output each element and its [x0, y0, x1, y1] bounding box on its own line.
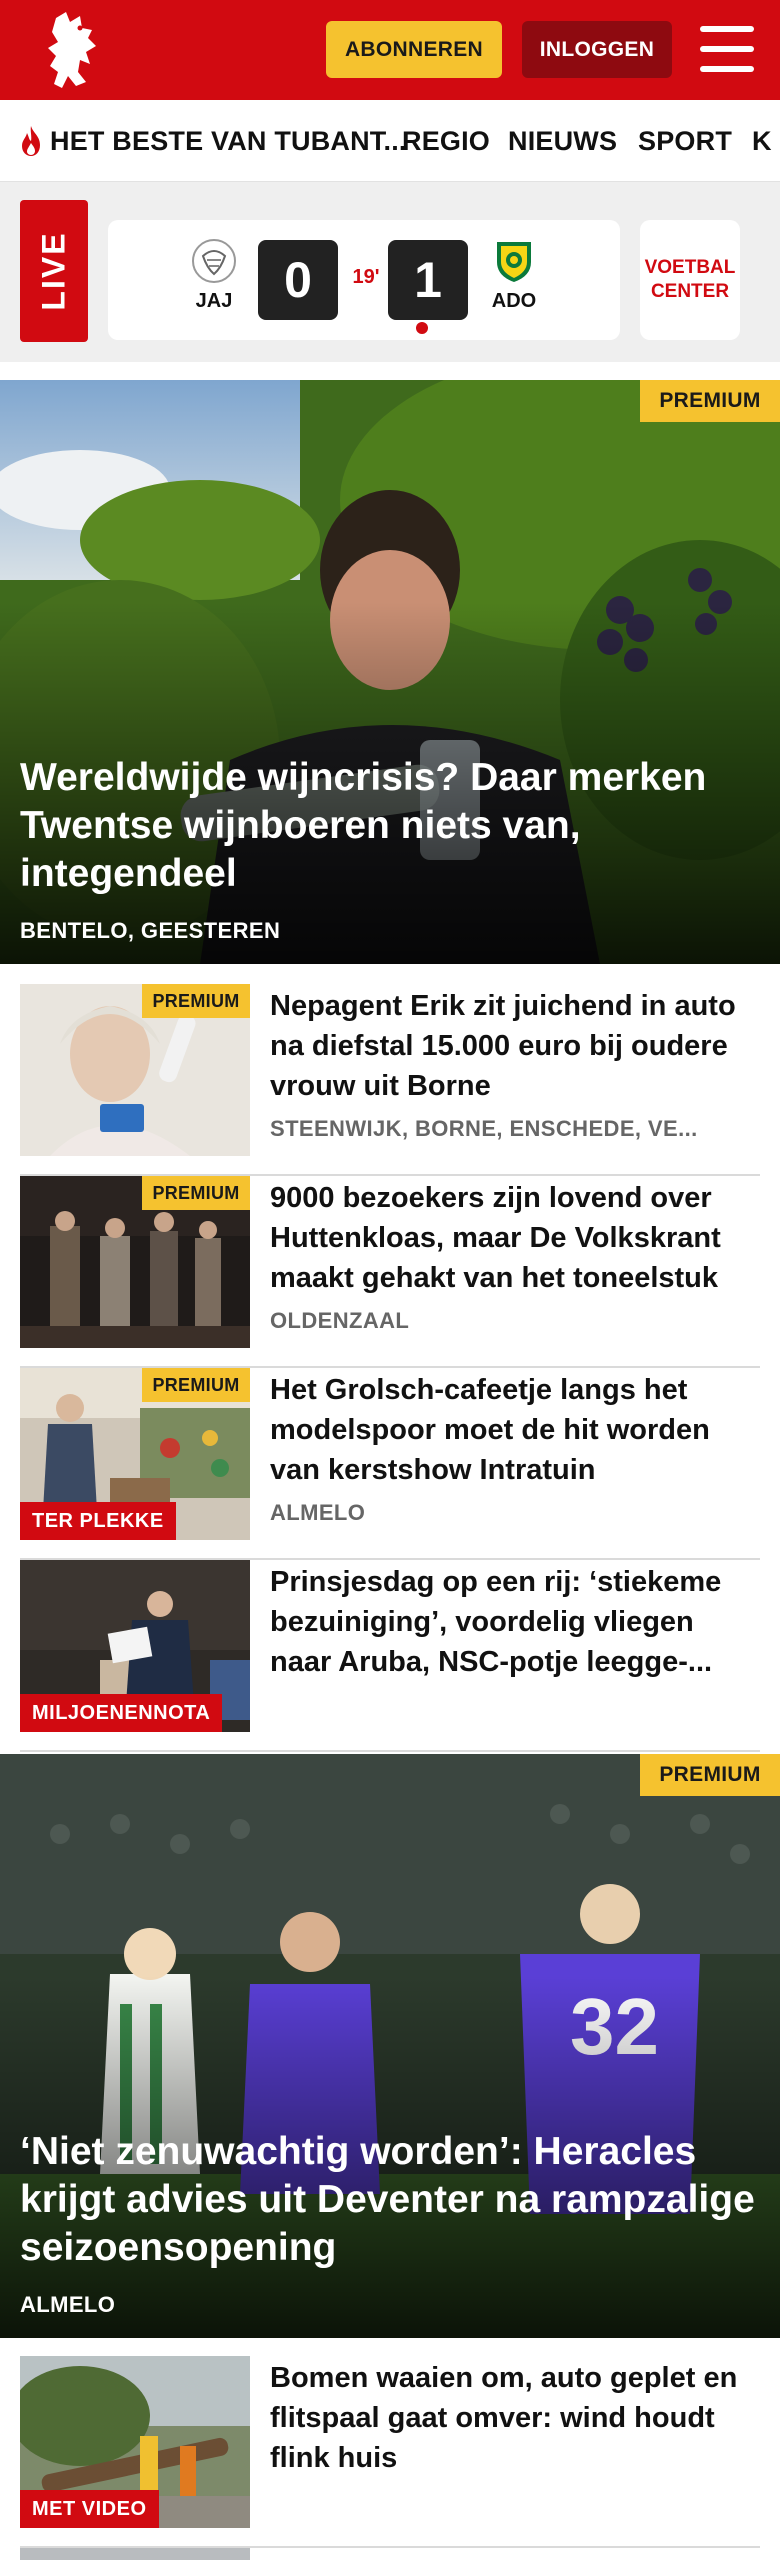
premium-badge: PREMIUM	[142, 1368, 250, 1402]
nav-item-best-of[interactable]: HET BESTE VAN TUBANT...	[18, 100, 407, 181]
away-team: ADO	[474, 238, 554, 313]
article-thumbnail: MET VIDEO	[20, 2356, 250, 2528]
nav-item-nieuws[interactable]: NIEUWS	[508, 100, 617, 181]
hero-title[interactable]: ‘Niet zenuwachtig worden’: Heracles krij…	[20, 2128, 760, 2272]
article-location: OLDENZAAL	[270, 1308, 410, 1333]
article-thumbnail: PREMIUM	[20, 984, 250, 1156]
article-title[interactable]: 9000 bezoekers zijn lovend over Huttenkl…	[270, 1178, 760, 1298]
list-item[interactable]: PREMIUM TER PLEKKE Het Grolsch-cafeetje …	[20, 1368, 760, 1560]
live-match-strip: LIVE JAJ 0 19' 1 ADO VOETBAL CENTER	[0, 182, 780, 362]
article-thumbnail: PREMIUM	[20, 1176, 250, 1348]
voetbal-center-link[interactable]: VOETBAL CENTER	[640, 220, 740, 340]
subscribe-button[interactable]: ABONNEREN	[326, 21, 502, 78]
article-title[interactable]: Nepagent Erik zit juichend in auto na di…	[270, 986, 760, 1106]
section-nav: HET BESTE VAN TUBANT... REGIO NIEUWS SPO…	[0, 100, 780, 182]
top-header: ABONNEREN INLOGGEN	[0, 0, 780, 100]
live-indicator-dot	[416, 322, 428, 334]
article-title[interactable]: Prinsjesdag op een rij: ‘stiekeme bezuin…	[270, 1562, 760, 1682]
premium-badge: PREMIUM	[142, 984, 250, 1018]
article-thumbnail: PREMIUM TER PLEKKE	[20, 1368, 250, 1540]
list-item[interactable]: MILJOENENNOTA Prinsjesdag op een rij: ‘s…	[20, 1560, 760, 1752]
match-minute: 19'	[352, 266, 380, 288]
article-location: STEENWIJK, BORNE, ENSCHEDE, VE...	[270, 1116, 698, 1141]
premium-badge: PREMIUM	[640, 380, 780, 422]
away-team-abbr: ADO	[491, 290, 537, 312]
live-score-card[interactable]: JAJ 0 19' 1 ADO	[108, 220, 620, 340]
article-location: ALMELO	[270, 1500, 366, 1525]
list-item[interactable]: PREMIUM Nepagent Erik zit juichend in au…	[20, 984, 760, 1176]
nav-item-sport[interactable]: SPORT	[638, 100, 732, 181]
nav-item-more[interactable]: K	[752, 100, 772, 181]
home-team: JAJ	[174, 238, 254, 313]
hero-location: BENTELO, GEESTEREN	[20, 918, 281, 943]
flame-icon	[22, 126, 40, 156]
ado-crest-icon	[497, 242, 531, 282]
article-tag: TER PLEKKE	[20, 1502, 176, 1540]
live-badge: LIVE	[20, 200, 88, 342]
hamburger-menu-icon[interactable]	[700, 26, 754, 72]
article-tag: MET VIDEO	[20, 2490, 159, 2528]
hero-title[interactable]: Wereldwijde wijncrisis? Daar merken Twen…	[20, 754, 760, 898]
login-button[interactable]: INLOGGEN	[522, 21, 672, 78]
article-thumbnail: MILJOENENNOTA	[20, 1560, 250, 1732]
nav-item-label: HET BESTE VAN TUBANT...	[50, 125, 407, 156]
hero-article[interactable]: 32 PREMIUM ‘Niet zenuwachtig worden’: He…	[0, 1754, 780, 2338]
ajax-crest-icon	[192, 239, 236, 283]
list-item[interactable]: MET VIDEO Bomen waaien om, auto geplet e…	[20, 2356, 760, 2548]
home-score: 0	[258, 240, 338, 320]
hero-article[interactable]: PREMIUM Wereldwijde wijncrisis? Daar mer…	[0, 380, 780, 964]
premium-badge: PREMIUM	[142, 1176, 250, 1210]
article-title[interactable]: Bomen waaien om, auto geplet en flitspaa…	[270, 2358, 760, 2478]
tubantia-horse-logo[interactable]	[36, 8, 108, 92]
list-item[interactable]: PREMIUM 9000 bezoekers zijn lovend over …	[20, 1176, 760, 1368]
article-tag: MILJOENENNOTA	[20, 1694, 223, 1732]
nav-item-regio[interactable]: REGIO	[402, 100, 490, 181]
article-title[interactable]: Het Grolsch-cafeetje langs het modelspoo…	[270, 1370, 760, 1490]
home-team-abbr: JAJ	[195, 290, 233, 312]
premium-badge: PREMIUM	[640, 1754, 780, 1796]
away-score: 1	[388, 240, 468, 320]
article-thumbnail-partial	[20, 2548, 250, 2560]
hero-location: ALMELO	[20, 2292, 116, 2317]
